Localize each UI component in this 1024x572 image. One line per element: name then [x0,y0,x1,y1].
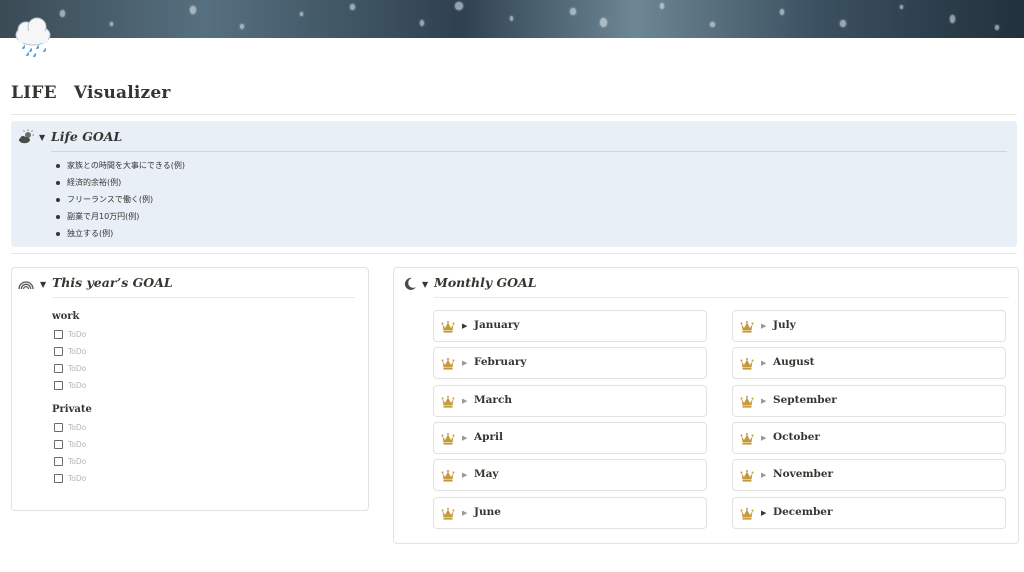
crown-icon [441,319,455,333]
todo-item[interactable]: ToDo [54,344,86,358]
month-label: March [474,393,512,406]
divider [11,114,1017,115]
month-toggle-september[interactable]: ▶ September [732,384,1006,417]
year-goal-panel: ▼ This year’s GOAL work ToDo ToDo ToDo T… [11,267,369,511]
list-item[interactable]: 家族との時間を大事にできる(例) [53,157,185,174]
life-goal-heading: Life GOAL [51,129,123,144]
toggle-down-icon[interactable]: ▼ [39,133,45,142]
todo-item[interactable]: ToDo [54,327,86,341]
sun-behind-cloud-icon [19,129,34,144]
month-toggle-june[interactable]: ▶ June [433,496,707,529]
toggle-right-icon[interactable]: ▶ [462,434,467,442]
month-toggle-january[interactable]: ▶ January [433,310,707,342]
month-label: May [474,468,499,481]
month-toggle-march[interactable]: ▶ March [433,384,707,417]
crown-icon [740,506,754,520]
month-label: February [474,356,527,369]
checkbox[interactable] [54,380,63,390]
month-label: December [773,505,833,518]
crown-icon [740,468,754,482]
crown-icon [441,468,455,482]
crown-icon [441,356,455,370]
checkbox[interactable] [54,456,63,466]
todo-item[interactable]: ToDo [54,437,86,451]
todo-item[interactable]: ToDo [54,361,86,375]
checkbox[interactable] [54,346,63,356]
page-title[interactable]: LIFE Visualizer [11,78,171,103]
month-label: April [474,430,503,443]
toggle-right-icon[interactable]: ▶ [761,322,766,330]
month-label: January [474,319,520,331]
month-toggle-july[interactable]: ▶ July [732,310,1006,342]
crown-icon [441,394,455,408]
month-toggle-february[interactable]: ▶ February [433,347,707,380]
month-toggle-october[interactable]: ▶ October [732,421,1006,454]
month-toggle-may[interactable]: ▶ May [433,459,707,492]
month-toggle-december[interactable]: ▶ December [732,496,1006,529]
list-item[interactable]: 独立する(例) [53,225,185,242]
group-label-work: work [52,311,80,322]
month-label: July [773,319,796,331]
checkbox[interactable] [54,439,63,449]
toggle-down-icon[interactable]: ▼ [422,280,428,289]
month-label: September [773,393,837,406]
crown-icon [740,431,754,445]
toggle-right-icon[interactable]: ▶ [462,397,467,405]
month-label: November [773,468,834,481]
toggle-down-icon[interactable]: ▼ [40,280,46,289]
crown-icon [740,394,754,408]
month-toggle-november[interactable]: ▶ November [732,459,1006,492]
heading-underline [434,297,1009,298]
month-label: October [773,430,820,443]
rainbow-icon [18,281,34,290]
checkbox[interactable] [54,363,63,373]
todo-item[interactable]: ToDo [54,378,86,392]
toggle-right-icon[interactable]: ▶ [462,471,467,479]
heading-underline [51,151,1007,152]
monthly-goal-heading: Monthly GOAL [434,275,537,290]
year-goal-heading: This year’s GOAL [52,275,173,290]
checkbox[interactable] [54,329,63,339]
divider [11,253,1017,254]
crown-icon [441,506,455,520]
toggle-right-icon[interactable]: ▶ [462,322,467,330]
toggle-right-icon[interactable]: ▶ [761,471,766,479]
list-item[interactable]: フリーランスで働く(例) [53,191,185,208]
checkbox[interactable] [54,473,63,483]
toggle-right-icon[interactable]: ▶ [462,359,467,367]
list-item[interactable]: 経済的余裕(例) [53,174,185,191]
toggle-right-icon[interactable]: ▶ [462,509,467,517]
life-goal-list: 家族との時間を大事にできる(例) 経済的余裕(例) フリーランスで働く(例) 副… [53,157,185,242]
life-goal-callout: ▼ Life GOAL 家族との時間を大事にできる(例) 経済的余裕(例) フリ… [11,121,1017,247]
crown-icon [441,431,455,445]
cover-image [0,0,1024,38]
group-label-private: Private [52,404,92,415]
crown-icon [740,319,754,333]
toggle-right-icon[interactable]: ▶ [761,397,766,405]
toggle-right-icon[interactable]: ▶ [761,359,766,367]
rain-cloud-icon[interactable] [11,15,55,59]
crown-icon [740,356,754,370]
todo-item[interactable]: ToDo [54,454,86,468]
checkbox[interactable] [54,422,63,432]
toggle-right-icon[interactable]: ▶ [761,434,766,442]
heading-underline [52,297,355,298]
month-toggle-april[interactable]: ▶ April [433,421,707,454]
toggle-right-icon[interactable]: ▶ [761,509,766,517]
month-toggle-august[interactable]: ▶ August [732,347,1006,380]
month-label: June [474,505,501,518]
todo-item[interactable]: ToDo [54,420,86,434]
crescent-moon-icon [404,277,416,290]
month-label: August [773,356,815,369]
todo-item[interactable]: ToDo [54,471,86,485]
list-item[interactable]: 副業で月10万円(例) [53,208,185,225]
